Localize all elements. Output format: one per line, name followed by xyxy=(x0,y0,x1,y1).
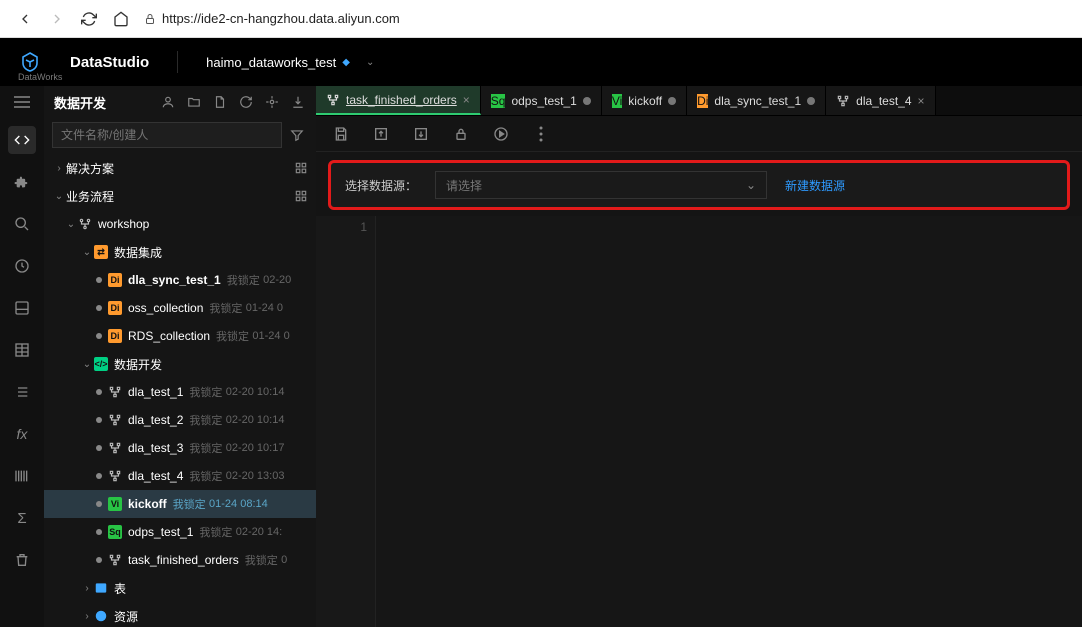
new-datasource-link[interactable]: 新建数据源 xyxy=(785,177,845,194)
close-icon[interactable]: × xyxy=(918,94,925,108)
publish-button[interactable] xyxy=(412,125,430,143)
separator xyxy=(177,51,178,73)
lock-icon xyxy=(144,12,156,26)
rail-trash[interactable] xyxy=(8,546,36,574)
tab-odps-test-1[interactable]: Sqodps_test_1 xyxy=(481,86,602,115)
datasource-highlight: 选择数据源： 请选择 ⌄ 新建数据源 xyxy=(328,160,1070,210)
app-topbar: DataWorks DataStudio haimo_dataworks_tes… xyxy=(0,38,1082,86)
side-panel: 数据开发 ›解决方案 ⌄业务流程 ⌄workshop ⌄⇄数据集成 Didla_… xyxy=(44,86,316,627)
icon-rail: fx Σ xyxy=(0,86,44,627)
rail-barcode[interactable] xyxy=(8,462,36,490)
project-selector[interactable]: haimo_dataworks_test ◆ ⌄ xyxy=(206,55,374,70)
chevron-down-icon: ⌄ xyxy=(746,178,756,192)
workshop-folder[interactable]: ⌄workshop xyxy=(44,210,316,238)
rail-component[interactable] xyxy=(8,294,36,322)
tree-item-dla-test-2[interactable]: dla_test_2我锁定 02-20 10:14 xyxy=(44,406,316,434)
rail-fx[interactable]: fx xyxy=(8,420,36,448)
rail-table[interactable] xyxy=(8,336,36,364)
rail-history[interactable] xyxy=(8,252,36,280)
panel-title: 数据开发 xyxy=(54,93,106,112)
tab-dla-sync-test-1[interactable]: Didla_sync_test_1 xyxy=(687,86,826,115)
section-solutions[interactable]: ›解决方案 xyxy=(44,154,316,182)
dirty-dot-icon xyxy=(583,97,591,105)
table-folder[interactable]: ›表 xyxy=(44,574,316,602)
rail-search[interactable] xyxy=(8,210,36,238)
run-button[interactable] xyxy=(492,125,510,143)
head-import-icon[interactable] xyxy=(290,94,306,110)
datasource-label: 选择数据源： xyxy=(345,177,417,194)
head-user-icon[interactable] xyxy=(160,94,176,110)
rail-code[interactable] xyxy=(8,126,36,154)
project-name: haimo_dataworks_test xyxy=(206,55,336,70)
dirty-dot-icon xyxy=(807,97,815,105)
logo-subtext: DataWorks xyxy=(18,72,62,82)
browser-toolbar: https://ide2-cn-hangzhou.data.aliyun.com xyxy=(0,0,1082,38)
tree-item-oss-collection[interactable]: Dioss_collection我锁定 01-24 0 xyxy=(44,294,316,322)
file-tree: ›解决方案 ⌄业务流程 ⌄workshop ⌄⇄数据集成 Didla_sync_… xyxy=(44,152,316,627)
select-placeholder: 请选择 xyxy=(446,177,482,194)
filter-button[interactable] xyxy=(286,124,308,146)
tab-task-finished-orders[interactable]: task_finished_orders× xyxy=(316,86,481,115)
submit-button[interactable] xyxy=(372,125,390,143)
code-editor[interactable]: 1 xyxy=(316,216,1082,627)
forward-button[interactable] xyxy=(48,10,66,28)
app-title: DataStudio xyxy=(70,54,149,71)
tree-item-dla-test-3[interactable]: dla_test_3我锁定 02-20 10:17 xyxy=(44,434,316,462)
editor-toolbar xyxy=(316,116,1082,152)
reload-button[interactable] xyxy=(80,10,98,28)
search-input[interactable] xyxy=(52,122,282,148)
close-icon[interactable]: × xyxy=(463,93,470,107)
address-bar[interactable]: https://ide2-cn-hangzhou.data.aliyun.com xyxy=(144,11,400,26)
head-refresh-icon[interactable] xyxy=(238,94,254,110)
datasource-select[interactable]: 请选择 ⌄ xyxy=(435,171,767,199)
url-text: https://ide2-cn-hangzhou.data.aliyun.com xyxy=(162,11,400,26)
tab-bar: task_finished_orders× Sqodps_test_1 Viki… xyxy=(316,86,1082,116)
home-button[interactable] xyxy=(112,10,130,28)
head-locate-icon[interactable] xyxy=(264,94,280,110)
head-new-folder-icon[interactable] xyxy=(186,94,202,110)
tree-item-dla-sync-test-1[interactable]: Didla_sync_test_1我锁定 02-20 xyxy=(44,266,316,294)
tree-item-task-finished-orders[interactable]: task_finished_orders我锁定 0 xyxy=(44,546,316,574)
tree-item-kickoff[interactable]: Vikickoff我锁定 01-24 08:14 xyxy=(44,490,316,518)
tree-item-dla-test-4[interactable]: dla_test_4我锁定 02-20 13:03 xyxy=(44,462,316,490)
tree-item-rds-collection[interactable]: DiRDS_collection我锁定 01-24 0 xyxy=(44,322,316,350)
collapse-rail-button[interactable] xyxy=(0,92,44,112)
rail-sigma[interactable]: Σ xyxy=(8,504,36,532)
tree-item-dla-test-1[interactable]: dla_test_1我锁定 02-20 10:14 xyxy=(44,378,316,406)
head-new-file-icon[interactable] xyxy=(212,94,228,110)
back-button[interactable] xyxy=(16,10,34,28)
rail-puzzle[interactable] xyxy=(8,168,36,196)
lock-button[interactable] xyxy=(452,125,470,143)
chevron-down-icon: ⌄ xyxy=(366,57,374,68)
tab-dla-test-4[interactable]: dla_test_4× xyxy=(826,86,935,115)
dev-folder[interactable]: ⌄</>数据开发 xyxy=(44,350,316,378)
line-gutter: 1 xyxy=(316,216,376,627)
rail-list[interactable] xyxy=(8,378,36,406)
tab-kickoff[interactable]: Vikickoff xyxy=(602,86,687,115)
save-button[interactable] xyxy=(332,125,350,143)
logo-icon xyxy=(18,50,42,74)
tree-item-odps-test-1[interactable]: Sqodps_test_1我锁定 02-20 14: xyxy=(44,518,316,546)
section-bizflow[interactable]: ⌄业务流程 xyxy=(44,182,316,210)
dataint-folder[interactable]: ⌄⇄数据集成 xyxy=(44,238,316,266)
more-button[interactable] xyxy=(532,125,550,143)
diamond-icon: ◆ xyxy=(342,57,350,68)
editor-area: task_finished_orders× Sqodps_test_1 Viki… xyxy=(316,86,1082,627)
dirty-dot-icon xyxy=(668,97,676,105)
resource-folder[interactable]: ›资源 xyxy=(44,602,316,627)
